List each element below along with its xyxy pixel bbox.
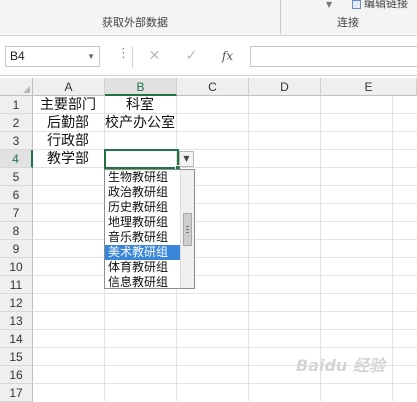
row-header[interactable]: 9: [0, 240, 33, 258]
row-header[interactable]: 1: [0, 96, 33, 114]
insert-function-icon[interactable]: fx: [215, 46, 240, 67]
row-header[interactable]: 3: [0, 132, 33, 150]
cancel-icon[interactable]: ✕: [142, 46, 167, 67]
row-header[interactable]: 14: [0, 330, 33, 348]
row-header[interactable]: 11: [0, 276, 33, 294]
dropdown-option[interactable]: 历史教研组: [105, 200, 180, 215]
column-header-d[interactable]: D: [249, 78, 321, 96]
column-header-c[interactable]: C: [177, 78, 249, 96]
row-header[interactable]: 12: [0, 294, 33, 312]
dropdown-scrollbar[interactable]: [180, 170, 194, 288]
row-header[interactable]: 15: [0, 348, 33, 366]
dropdown-option[interactable]: 音乐教研组: [105, 230, 180, 245]
formula-bar: B4 ▼ ⋮ ✕ ✓ fx: [0, 36, 417, 76]
group-get-external-data: 获取外部数据: [102, 16, 168, 29]
row-header[interactable]: 7: [0, 204, 33, 222]
row-header[interactable]: 5: [0, 168, 33, 186]
column-header-e[interactable]: E: [321, 78, 417, 96]
row-header[interactable]: 10: [0, 258, 33, 276]
validation-dropdown-button[interactable]: ▼: [179, 151, 194, 167]
validation-dropdown-list[interactable]: 生物教研组 政治教研组 历史教研组 地理教研组 音乐教研组 美术教研组 体育教研…: [104, 169, 195, 289]
column-header-b[interactable]: B: [105, 78, 177, 96]
dropdown-option[interactable]: 体育教研组: [105, 260, 180, 275]
active-cell-b4[interactable]: [104, 149, 181, 171]
row-header[interactable]: 16: [0, 366, 33, 384]
edit-links-icon: [352, 0, 361, 9]
row-header[interactable]: 17: [0, 384, 33, 402]
cell-b1[interactable]: 科室: [126, 96, 154, 114]
ribbon-separator: [280, 0, 281, 34]
row-header[interactable]: 13: [0, 312, 33, 330]
name-box-value: B4: [10, 49, 25, 63]
dropdown-option[interactable]: 信息教研组: [105, 275, 180, 290]
scrollbar-thumb[interactable]: [183, 213, 192, 246]
group-connections: 连接: [337, 16, 359, 29]
cell-b2[interactable]: 校产办公室: [105, 114, 175, 132]
dropdown-option[interactable]: 生物教研组: [105, 170, 180, 185]
edit-links-label: 编辑链接: [364, 0, 408, 10]
cell-a3[interactable]: 行政部: [47, 132, 89, 150]
cell-a1[interactable]: 主要部门: [40, 96, 96, 114]
cell-a4[interactable]: 教学部: [47, 150, 89, 168]
dropdown-option[interactable]: 地理教研组: [105, 215, 180, 230]
row-header[interactable]: 4: [0, 150, 33, 168]
row-header[interactable]: 2: [0, 114, 33, 132]
dropdown-option[interactable]: 政治教研组: [105, 185, 180, 200]
formula-input[interactable]: [250, 46, 417, 67]
cell-a2[interactable]: 后勤部: [47, 114, 89, 132]
column-header-a[interactable]: A: [33, 78, 105, 96]
formula-bar-divider: [132, 46, 133, 68]
dropdown-option-highlighted[interactable]: 美术教研组: [105, 245, 180, 260]
chevron-down-icon: ▼: [183, 154, 190, 163]
row-header[interactable]: 8: [0, 222, 33, 240]
watermark-logo: Baidu 经验: [296, 356, 385, 375]
edit-links-button[interactable]: 编辑链接: [352, 0, 408, 11]
ribbon: ▼ 编辑链接 获取外部数据 连接: [0, 0, 417, 36]
enter-icon[interactable]: ✓: [179, 46, 204, 67]
more-options-icon[interactable]: ⋮: [117, 46, 130, 61]
name-box-dropdown-icon[interactable]: ▼: [87, 47, 95, 66]
name-box[interactable]: B4 ▼: [5, 46, 100, 67]
ribbon-dropdown-icon[interactable]: ▼: [326, 0, 332, 9]
row-header[interactable]: 6: [0, 186, 33, 204]
select-all-button[interactable]: [0, 78, 33, 96]
